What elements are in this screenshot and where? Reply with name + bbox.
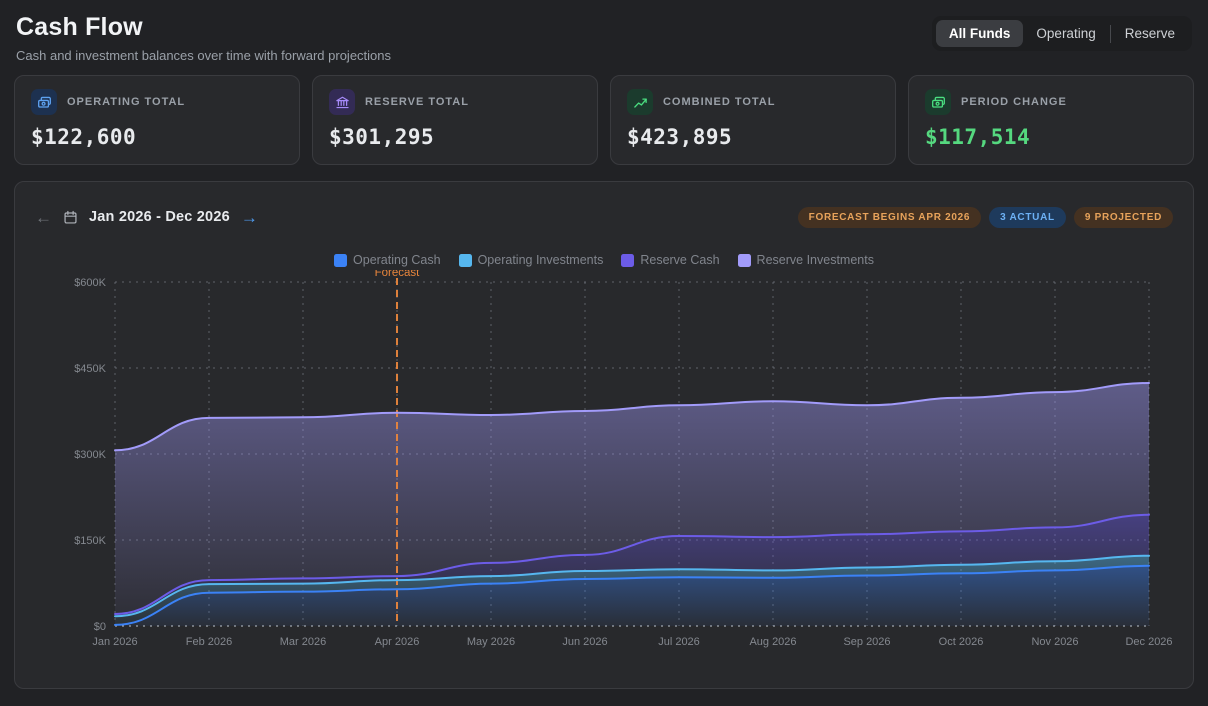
- svg-text:$150K: $150K: [74, 535, 106, 547]
- cash-flow-chart-panel: ← Jan 2026 - Dec 2026 → FORECAST BEGINS …: [14, 181, 1194, 689]
- svg-text:Mar 2026: Mar 2026: [280, 636, 326, 648]
- svg-text:May 2026: May 2026: [467, 636, 515, 648]
- legend-item-reserve-investments[interactable]: Reserve Investments: [738, 253, 874, 267]
- stat-value: $122,600: [31, 125, 283, 149]
- calendar-icon: [63, 210, 78, 225]
- status-badges: FORECAST BEGINS APR 2026 3 ACTUAL 9 PROJ…: [798, 207, 1173, 228]
- date-range-label: Jan 2026 - Dec 2026: [89, 209, 230, 225]
- projected-count-badge: 9 PROJECTED: [1074, 207, 1173, 228]
- tab-reserve[interactable]: Reserve: [1112, 20, 1188, 47]
- stat-card-combined-total: COMBINED TOTAL $423,895: [610, 75, 896, 165]
- svg-text:Oct 2026: Oct 2026: [939, 636, 984, 648]
- next-period-button[interactable]: →: [241, 209, 258, 226]
- reserve-investments-swatch: [738, 254, 751, 267]
- svg-text:Dec 2026: Dec 2026: [1125, 636, 1172, 648]
- page-header: Cash Flow Cash and investment balances o…: [0, 0, 1208, 63]
- title-block: Cash Flow Cash and investment balances o…: [16, 13, 391, 63]
- tab-all-funds[interactable]: All Funds: [936, 20, 1024, 47]
- svg-text:$0: $0: [94, 621, 106, 633]
- page-title: Cash Flow: [16, 13, 391, 42]
- stat-label: OPERATING TOTAL: [67, 96, 185, 108]
- legend-item-operating-investments[interactable]: Operating Investments: [459, 253, 604, 267]
- trend-up-icon: [627, 89, 653, 115]
- svg-text:Forecast: Forecast: [375, 270, 421, 279]
- legend-item-operating-cash[interactable]: Operating Cash: [334, 253, 441, 267]
- date-navigation: ← Jan 2026 - Dec 2026 →: [35, 209, 258, 226]
- stat-value: $117,514: [925, 125, 1177, 149]
- stat-card-period-change: PERIOD CHANGE $117,514: [908, 75, 1194, 165]
- svg-text:Jan 2026: Jan 2026: [92, 636, 137, 648]
- chart-area: Forecast $0 $150K $300K $450K $600K Jan 2026 Fe…: [15, 270, 1193, 656]
- svg-text:$300K: $300K: [74, 449, 106, 461]
- svg-text:Feb 2026: Feb 2026: [186, 636, 232, 648]
- stat-card-operating-total: OPERATING TOTAL $122,600: [14, 75, 300, 165]
- banknotes-icon: [925, 89, 951, 115]
- legend-item-reserve-cash[interactable]: Reserve Cash: [621, 253, 719, 267]
- chart-panel-header: ← Jan 2026 - Dec 2026 → FORECAST BEGINS …: [15, 202, 1193, 232]
- operating-investments-swatch: [459, 254, 472, 267]
- prev-period-button[interactable]: ←: [35, 209, 52, 226]
- stat-label: RESERVE TOTAL: [365, 96, 469, 108]
- svg-text:Jun 2026: Jun 2026: [562, 636, 607, 648]
- svg-text:Aug 2026: Aug 2026: [749, 636, 796, 648]
- svg-text:Nov 2026: Nov 2026: [1031, 636, 1078, 648]
- banknotes-icon: [31, 89, 57, 115]
- stat-label: COMBINED TOTAL: [663, 96, 775, 108]
- reserve-cash-swatch: [621, 254, 634, 267]
- bank-icon: [329, 89, 355, 115]
- tab-divider: [1110, 25, 1111, 43]
- stat-label: PERIOD CHANGE: [961, 96, 1067, 108]
- fund-tab-bar: All Funds Operating Reserve: [932, 16, 1192, 51]
- forecast-begins-badge: FORECAST BEGINS APR 2026: [798, 207, 981, 228]
- chart-legend: Operating Cash Operating Investments Res…: [15, 252, 1193, 268]
- stat-value: $301,295: [329, 125, 581, 149]
- stats-row: OPERATING TOTAL $122,600 RESERVE TOTAL $…: [0, 63, 1208, 165]
- cashflow-chart: Forecast $0 $150K $300K $450K $600K Jan 2026 Fe…: [15, 270, 1193, 656]
- svg-text:Sep 2026: Sep 2026: [843, 636, 890, 648]
- stat-card-reserve-total: RESERVE TOTAL $301,295: [312, 75, 598, 165]
- svg-text:$600K: $600K: [74, 277, 106, 289]
- actual-count-badge: 3 ACTUAL: [989, 207, 1066, 228]
- stat-value: $423,895: [627, 125, 879, 149]
- svg-text:Jul 2026: Jul 2026: [658, 636, 700, 648]
- operating-cash-swatch: [334, 254, 347, 267]
- page-subtitle: Cash and investment balances over time w…: [16, 48, 391, 63]
- tab-operating[interactable]: Operating: [1023, 20, 1108, 47]
- svg-text:Apr 2026: Apr 2026: [375, 636, 420, 648]
- svg-text:$450K: $450K: [74, 363, 106, 375]
